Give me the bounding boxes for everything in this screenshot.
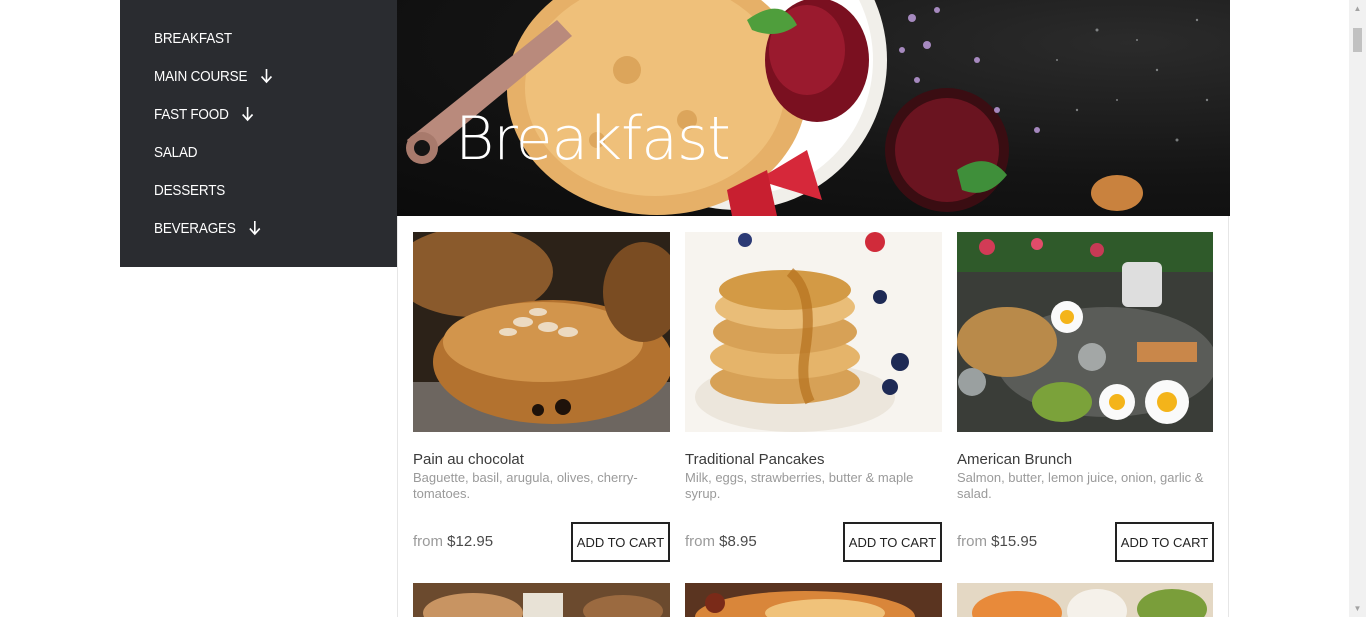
product-image[interactable] <box>685 232 942 432</box>
nav-item-breakfast[interactable]: BREAKFAST <box>154 26 232 50</box>
nav-item-fast-food[interactable]: FAST FOOD <box>154 102 254 126</box>
product-price: from $8.95 <box>685 533 757 550</box>
add-to-cart-button[interactable]: ADD TO CART <box>1115 522 1214 562</box>
product-description: Milk, eggs, strawberries, butter & maple… <box>685 470 914 501</box>
product-price: from $15.95 <box>957 533 1037 550</box>
product-description: Baguette, basil, arugula, olives, cherry… <box>413 470 638 501</box>
product-image[interactable] <box>413 583 670 617</box>
nav-item-main-course[interactable]: MAIN COURSE <box>154 64 272 88</box>
category-title: Breakfast <box>455 104 731 174</box>
product-title[interactable]: American Brunch <box>957 451 1072 468</box>
nav-item-label: BREAKFAST <box>154 29 232 47</box>
scrollbar-thumb[interactable] <box>1353 28 1362 52</box>
nav-item-desserts[interactable]: DESSERTS <box>154 178 225 202</box>
add-to-cart-button[interactable]: ADD TO CART <box>571 522 670 562</box>
arrow-down-icon[interactable] <box>260 68 273 84</box>
product-image[interactable] <box>957 232 1214 432</box>
product-image[interactable] <box>685 583 942 617</box>
price-amount: $8.95 <box>719 533 757 550</box>
price-prefix: from <box>685 533 715 550</box>
nav-item-label: SALAD <box>154 143 198 161</box>
price-amount: $15.95 <box>991 533 1038 550</box>
product-card: American Brunch Salmon, butter, lemon ju… <box>957 232 1214 562</box>
product-description: Salmon, butter, lemon juice, onion, garl… <box>957 470 1204 501</box>
nav-item-salad[interactable]: SALAD <box>154 140 198 164</box>
product-image[interactable] <box>957 583 1214 617</box>
page-scrollbar[interactable]: ▲ ▼ <box>1349 0 1366 617</box>
product-title[interactable]: Pain au chocolat <box>413 451 524 468</box>
nav-item-label: BEVERAGES <box>154 219 236 237</box>
scroll-down-icon[interactable]: ▼ <box>1349 600 1366 617</box>
product-title[interactable]: Traditional Pancakes <box>685 451 825 468</box>
product-card: Traditional Pancakes Milk, eggs, strawbe… <box>685 232 942 562</box>
nav-item-label: DESSERTS <box>154 181 226 199</box>
nav-item-label: FAST FOOD <box>154 105 229 123</box>
price-amount: $12.95 <box>447 533 494 550</box>
product-image[interactable] <box>413 232 670 432</box>
category-sidebar: BREAKFAST MAIN COURSE FAST FOOD SALAD DE… <box>120 0 397 267</box>
scroll-up-icon[interactable]: ▲ <box>1349 0 1366 17</box>
nav-item-beverages[interactable]: BEVERAGES <box>154 216 261 240</box>
price-prefix: from <box>413 533 443 550</box>
add-to-cart-button[interactable]: ADD TO CART <box>843 522 942 562</box>
nav-item-label: MAIN COURSE <box>154 67 248 85</box>
price-prefix: from <box>957 533 987 550</box>
arrow-down-icon[interactable] <box>248 220 261 236</box>
product-price: from $12.95 <box>413 533 493 550</box>
arrow-down-icon[interactable] <box>241 106 254 122</box>
product-card: Pain au chocolat Baguette, basil, arugul… <box>413 232 670 562</box>
category-hero-banner: Breakfast <box>397 0 1230 216</box>
